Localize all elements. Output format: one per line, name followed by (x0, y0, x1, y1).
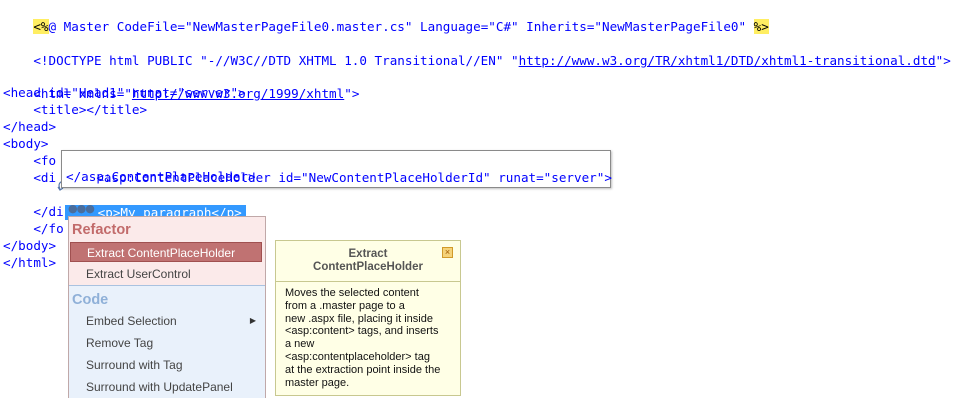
menu-item-remove-tag[interactable]: Remove Tag (70, 333, 262, 353)
refactor-section: Refactor Extract ContentPlaceHolder Extr… (69, 217, 265, 285)
doctype-prefix: <!DOCTYPE html PUBLIC "-//W3C//DTD XHTML… (33, 53, 519, 68)
code-line: <title></title> (3, 102, 148, 117)
code-line: </fo (3, 221, 64, 236)
code-header: Code (72, 292, 109, 308)
menu-item-embed-selection[interactable]: Embed Selection ▶ (70, 311, 262, 331)
code-line: </body> (3, 238, 57, 253)
close-icon[interactable]: × (442, 247, 453, 258)
menu-item-surround-with-updatepanel[interactable]: Surround with UpdatePanel (70, 377, 262, 397)
content-placeholder-preview: <asp:ContentPlaceHolder id="NewContentPl… (61, 150, 612, 188)
code-line: </head> (3, 119, 57, 134)
preview-line-close: </asp:ContentPlaceHolder> (66, 169, 256, 184)
smart-tag-icon[interactable]: ●●● (68, 203, 95, 214)
doctype-url[interactable]: http://www.w3.org/TR/xhtml1/DTD/xhtml1-t… (519, 53, 936, 68)
preview-line-open: <asp:ContentPlaceHolder id="NewContentPl… (66, 151, 612, 185)
directive-text: @ Master CodeFile="NewMasterPageFile0.ma… (48, 19, 754, 34)
directive-close: %> (753, 19, 769, 34)
tooltip-body: Moves the selected content from a .maste… (285, 287, 441, 389)
code-line: <fo (3, 153, 57, 168)
description-tooltip: Extract ContentPlaceHolder × Moves the s… (275, 240, 461, 396)
menu-item-surround-with-tag[interactable]: Surround with Tag (70, 355, 262, 375)
menu-item-extract-contentplaceholder[interactable]: Extract ContentPlaceHolder (70, 242, 262, 262)
menu-item-extract-usercontrol[interactable]: Extract UserControl (70, 264, 262, 284)
code-line: <body> (3, 136, 49, 151)
submenu-arrow-icon: ▶ (249, 316, 256, 325)
html-tag-suffix: "> (344, 86, 360, 101)
code-line: <%@ Master CodeFile="NewMasterPageFile0.… (3, 0, 769, 34)
menu-item-label: Embed Selection (86, 314, 177, 328)
tooltip-divider (276, 281, 460, 282)
code-line: <di (3, 170, 57, 185)
refactor-header: Refactor (72, 222, 131, 238)
tooltip-title: Extract ContentPlaceHolder (313, 248, 423, 273)
directive-open: <% (33, 19, 49, 34)
code-line: </di (3, 204, 64, 219)
doctype-suffix: "> (935, 53, 951, 68)
refactor-menu: Refactor Extract ContentPlaceHolder Extr… (68, 216, 266, 398)
code-line: <head id="Head1" runat="server"> (3, 85, 246, 100)
code-line: <html xmlns="http://www.w3.org/1999/xhtm… (3, 67, 359, 101)
code-line: </html> (3, 255, 57, 270)
code-line: <!DOCTYPE html PUBLIC "-//W3C//DTD XHTML… (3, 34, 950, 68)
code-section: Code Embed Selection ▶ Remove Tag Surrou… (69, 285, 265, 398)
